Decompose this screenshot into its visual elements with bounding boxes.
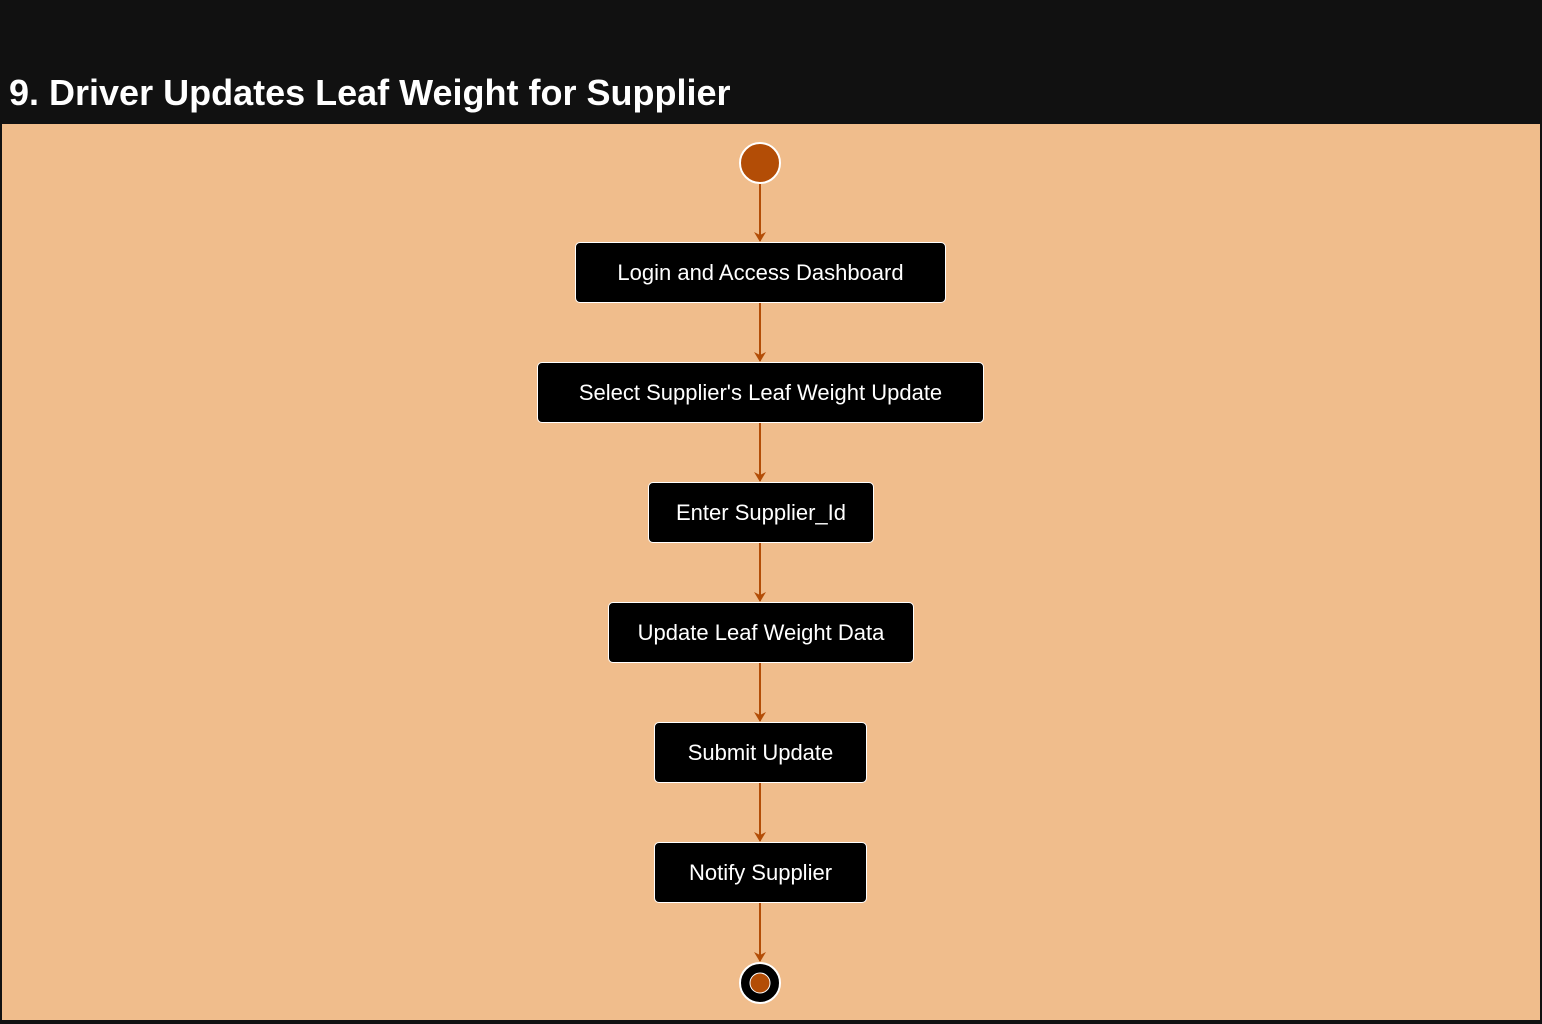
action-notify-supplier: Notify Supplier	[654, 842, 867, 903]
page-title: 9. Driver Updates Leaf Weight for Suppli…	[9, 72, 731, 113]
start-node	[739, 142, 781, 184]
header-bar: 9. Driver Updates Leaf Weight for Suppli…	[0, 0, 1542, 122]
end-node-inner	[749, 972, 771, 994]
action-update-leaf-weight-data: Update Leaf Weight Data	[608, 602, 914, 663]
action-submit-update: Submit Update	[654, 722, 867, 783]
action-login-dashboard: Login and Access Dashboard	[575, 242, 946, 303]
action-select-leaf-weight-update: Select Supplier's Leaf Weight Update	[537, 362, 984, 423]
action-enter-supplier-id: Enter Supplier_Id	[648, 482, 874, 543]
diagram-canvas: Login and Access Dashboard Select Suppli…	[2, 124, 1540, 1020]
